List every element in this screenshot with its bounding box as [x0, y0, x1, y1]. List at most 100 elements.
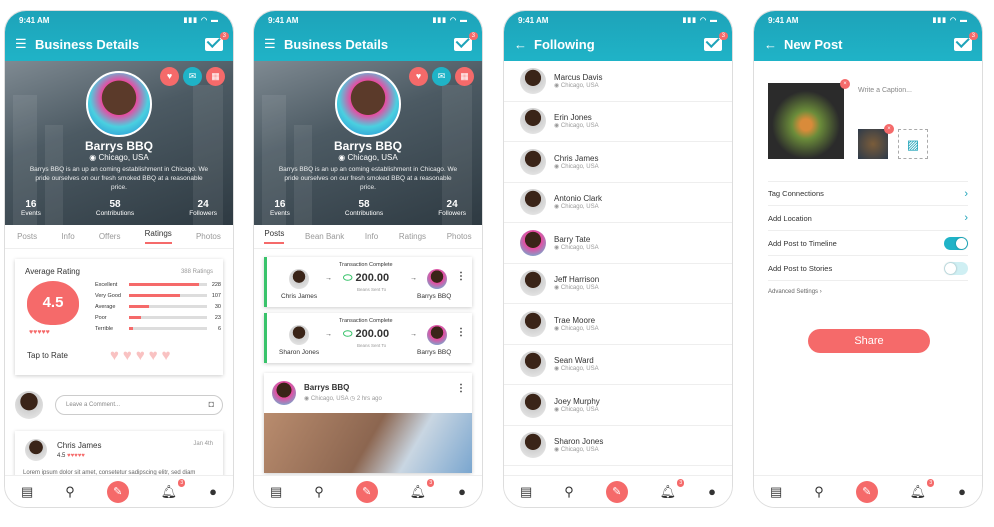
- mail-icon[interactable]: 3: [954, 31, 978, 51]
- mail-icon[interactable]: ✉: [183, 67, 202, 86]
- more-icon[interactable]: ⋮: [456, 383, 466, 394]
- mail-icon[interactable]: 3: [704, 31, 728, 51]
- post-image[interactable]: [768, 83, 844, 159]
- bean-icon: ⬭: [343, 328, 356, 340]
- following-item[interactable]: Barry Tate ◉ Chicago, USA: [504, 223, 732, 264]
- heart-icon[interactable]: ♥: [409, 67, 428, 86]
- following-item[interactable]: Sharon Jones ◉ Chicago, USA: [504, 426, 732, 466]
- post-author: Barrys BBQ: [304, 383, 350, 392]
- caption-input[interactable]: Write a Caption...: [858, 87, 912, 94]
- avatar: [289, 269, 309, 289]
- avatar: [520, 189, 546, 216]
- feed-icon[interactable]: ▤: [770, 484, 782, 500]
- business-header: ♥ ✉ ▦ Barrys BBQ ◉ Chicago, USA Barrys B…: [254, 61, 482, 225]
- business-header: ♥ ✉ ▦ Barrys BBQ ◉ Chicago, USA Barrys B…: [5, 61, 233, 225]
- qr-code-icon[interactable]: ▦: [455, 67, 474, 86]
- share-button[interactable]: Share: [808, 329, 930, 353]
- advanced-settings-link[interactable]: Advanced Settings ›: [768, 289, 968, 295]
- following-item[interactable]: Sean Ward ◉ Chicago, USA: [504, 345, 732, 385]
- camera-icon[interactable]: ◘: [209, 399, 214, 409]
- pin-icon: ◉: [554, 163, 561, 170]
- tab-info[interactable]: Info: [365, 232, 378, 241]
- rate-hearts-icon[interactable]: ♥♥♥♥♥: [110, 347, 175, 364]
- tab-posts[interactable]: Posts: [17, 232, 37, 241]
- following-item[interactable]: Antonio Clark ◉ Chicago, USA: [504, 183, 732, 223]
- tab-bean-bank[interactable]: Bean Bank: [305, 232, 344, 241]
- profile-icon[interactable]: ●: [458, 484, 466, 499]
- transaction-card: Transaction Complete Chris James → ⬭ 200…: [264, 257, 472, 307]
- person-location: ◉ Chicago, USA: [554, 285, 599, 292]
- compose-icon[interactable]: ✎: [106, 480, 129, 503]
- bell-icon[interactable]: 🔔︎ 3: [410, 478, 435, 500]
- heart-icon[interactable]: ♥: [160, 67, 179, 86]
- tab-ratings[interactable]: Ratings: [144, 229, 172, 244]
- feed-icon[interactable]: ▤: [21, 484, 33, 500]
- search-icon[interactable]: ⚲: [314, 484, 324, 500]
- feed-icon[interactable]: ▤: [520, 484, 532, 500]
- profile-icon[interactable]: ●: [958, 484, 966, 499]
- person-name: Joey Murphy: [554, 396, 600, 406]
- avatar: [520, 148, 546, 175]
- following-item[interactable]: Joey Murphy ◉ Chicago, USA: [504, 385, 732, 426]
- compose-icon[interactable]: ✎: [605, 480, 628, 503]
- following-item[interactable]: Marcus Davis ◉ Chicago, USA: [504, 61, 732, 102]
- back-arrow-icon[interactable]: ←: [764, 37, 784, 52]
- mail-icon[interactable]: 3: [454, 31, 478, 51]
- following-item[interactable]: Trae Moore ◉ Chicago, USA: [504, 304, 732, 345]
- add-location-row[interactable]: Add Location ›: [768, 206, 968, 231]
- mail-icon[interactable]: ✉: [432, 67, 451, 86]
- profile-icon[interactable]: ●: [209, 484, 217, 499]
- app-bar: 9:41 AM ▮▮▮ ◠ ▬ ← New Post 3: [754, 11, 982, 61]
- person-location: ◉ Chicago, USA: [554, 204, 599, 211]
- avatar: [25, 439, 47, 461]
- remove-image-icon[interactable]: ×: [884, 124, 894, 134]
- back-arrow-icon[interactable]: ←: [514, 37, 534, 52]
- app-bar: 9:41 AM ▮▮▮ ◠ ▬ ☰ Business Details 3: [5, 11, 233, 61]
- tab-offers[interactable]: Offers: [99, 232, 121, 241]
- profile-icon[interactable]: ●: [708, 484, 716, 499]
- search-icon[interactable]: ⚲: [65, 484, 75, 500]
- tab-photos[interactable]: Photos: [447, 232, 472, 241]
- more-icon[interactable]: ⋮: [456, 327, 466, 338]
- comment-input[interactable]: Leave a Comment... ◘: [55, 395, 223, 415]
- bell-icon[interactable]: 🔔︎ 3: [660, 478, 685, 500]
- bell-icon[interactable]: 🔔︎ 3: [910, 478, 935, 500]
- signal-icon: ▮▮▮ ◠ ▬: [682, 17, 718, 24]
- arrow-icon: →: [410, 275, 417, 282]
- pin-icon: ◉: [554, 406, 561, 413]
- pin-icon: ◉: [554, 82, 561, 89]
- feed-icon[interactable]: ▤: [270, 484, 282, 500]
- person-name: Erin Jones: [554, 113, 592, 123]
- remove-image-icon[interactable]: ×: [840, 79, 850, 89]
- bottom-nav: ▤ ⚲ ✎ 🔔︎ 3 ●: [504, 475, 732, 507]
- mail-icon[interactable]: 3: [205, 31, 229, 51]
- menu-icon[interactable]: ☰: [15, 36, 35, 52]
- menu-icon[interactable]: ☰: [264, 36, 284, 52]
- timeline-toggle[interactable]: [944, 236, 968, 250]
- tab-ratings[interactable]: Ratings: [399, 232, 426, 241]
- following-item[interactable]: Erin Jones ◉ Chicago, USA: [504, 102, 732, 142]
- more-icon[interactable]: ⋮: [456, 271, 466, 282]
- status-time: 9:41 AM: [19, 16, 50, 25]
- search-icon[interactable]: ⚲: [814, 484, 824, 500]
- qr-code-icon[interactable]: ▦: [206, 67, 225, 86]
- post-image[interactable]: [264, 413, 472, 473]
- bell-icon[interactable]: 🔔︎ 3: [161, 478, 186, 500]
- thumbnail-image[interactable]: [858, 129, 888, 159]
- business-name: Barrys BBQ: [84, 139, 154, 153]
- add-photo-icon[interactable]: ▨: [898, 129, 928, 159]
- tag-connections-row[interactable]: Tag Connections ›: [768, 181, 968, 206]
- compose-icon[interactable]: ✎: [355, 480, 378, 503]
- rating-row: Terrible 6: [95, 325, 221, 332]
- compose-icon[interactable]: ✎: [855, 480, 878, 503]
- following-item[interactable]: Jeff Harrison ◉ Chicago, USA: [504, 264, 732, 304]
- following-item[interactable]: Chris James ◉ Chicago, USA: [504, 142, 732, 183]
- avatar: [520, 391, 546, 418]
- avatar: [272, 381, 296, 405]
- tab-photos[interactable]: Photos: [196, 232, 221, 241]
- post-card: Barrys BBQ ◉ Chicago, USA ◷ 2 hrs ago ⋮: [264, 373, 472, 473]
- search-icon[interactable]: ⚲: [564, 484, 574, 500]
- tab-posts[interactable]: Posts: [264, 229, 285, 244]
- tab-info[interactable]: Info: [61, 232, 74, 241]
- stories-toggle[interactable]: [944, 261, 968, 275]
